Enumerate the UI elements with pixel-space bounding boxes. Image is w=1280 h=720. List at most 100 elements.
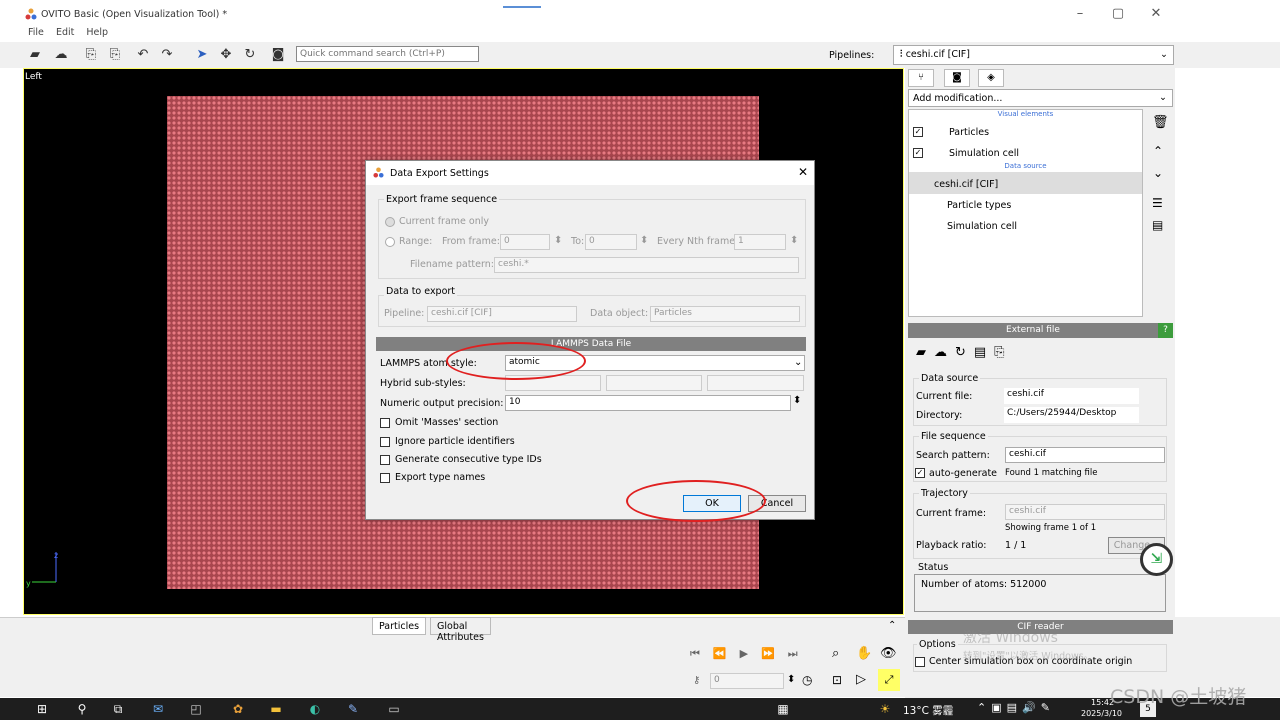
menu-edit[interactable]: Edit: [56, 27, 74, 38]
key-icon[interactable]: ⚷: [693, 675, 700, 686]
spinner-icon[interactable]: ⬍: [793, 395, 801, 406]
menu-file[interactable]: File: [28, 27, 44, 38]
current-frame-dropdown[interactable]: ceshi.cif: [1005, 504, 1165, 520]
floating-action-icon[interactable]: ⇲: [1140, 543, 1173, 576]
pipeline-dropdown[interactable]: ceshi.cif [CIF]: [427, 306, 577, 322]
omit-masses-checkbox[interactable]: [380, 418, 390, 428]
cloud-icon[interactable]: ☁: [52, 46, 70, 64]
hybrid-substyle-3[interactable]: [707, 375, 804, 391]
dialog-title: Data Export Settings: [390, 168, 489, 179]
pipeline-tab-icon[interactable]: ⑂: [908, 69, 934, 87]
to-frame-input[interactable]: 0: [585, 234, 637, 250]
redo-icon[interactable]: ↷: [158, 46, 176, 64]
search-pattern-input[interactable]: ceshi.cif: [1005, 447, 1165, 463]
precision-label: Numeric output precision:: [380, 398, 504, 409]
range-radio[interactable]: [385, 237, 395, 247]
simulation-cell-checkbox[interactable]: ✓: [913, 148, 923, 158]
task-view-icon[interactable]: ⧉: [110, 701, 126, 717]
pipeline-item-particles[interactable]: Particles: [949, 127, 989, 138]
windows-start-icon[interactable]: ⊞: [34, 701, 50, 717]
export-type-names-checkbox[interactable]: [380, 473, 390, 483]
data-export-dialog: Data Export Settings ✕ Export frame sequ…: [365, 160, 815, 520]
add-modification-dropdown[interactable]: Add modification... ⌄: [908, 89, 1173, 107]
frame-spinner-input[interactable]: 0: [710, 673, 784, 689]
hand-icon[interactable]: ✋: [856, 646, 872, 661]
pipeline-item-source[interactable]: ceshi.cif [CIF]: [934, 179, 998, 190]
source-toolbar[interactable]: ▰☁↻▤⎘: [916, 345, 1013, 360]
pan-icon[interactable]: ✥: [217, 46, 235, 64]
pipeline-item-simulation-cell[interactable]: Simulation cell: [949, 148, 1019, 159]
tray-icons[interactable]: ⌃▣▤🔊✎: [977, 701, 1055, 714]
search-icon[interactable]: ⚲: [74, 701, 90, 717]
tab-global-attributes[interactable]: Global Attributes: [430, 617, 491, 643]
particles-checkbox[interactable]: ✓: [913, 127, 923, 137]
close-icon[interactable]: ✕: [798, 165, 808, 179]
chevron-up-icon[interactable]: ⌃: [1153, 144, 1163, 158]
chevron-down-icon: ⌄: [794, 357, 803, 368]
playback-ratio-label: Playback ratio:: [916, 540, 987, 551]
precision-input[interactable]: 10: [505, 395, 791, 411]
pointer-icon[interactable]: ➤: [193, 46, 211, 64]
from-frame-input[interactable]: 0: [500, 234, 550, 250]
help-button[interactable]: ?: [1158, 323, 1173, 338]
terminal-icon[interactable]: ▭: [386, 701, 402, 717]
data-object-dropdown[interactable]: Particles: [650, 306, 800, 322]
spinner-icon[interactable]: ⬍: [790, 235, 798, 246]
clipboard-icon[interactable]: ▤: [1152, 218, 1163, 232]
filename-pattern-label: Filename pattern:: [410, 259, 494, 270]
viewport-label[interactable]: Left: [25, 72, 42, 82]
chevron-down-icon[interactable]: ⌄: [1153, 166, 1163, 180]
undo-icon[interactable]: ↶: [134, 46, 152, 64]
every-nth-input[interactable]: 1: [734, 234, 786, 250]
maximize-button[interactable]: ▢: [1100, 3, 1136, 25]
tab-particles[interactable]: Particles: [372, 617, 427, 635]
camera-icon[interactable]: ◙: [269, 46, 287, 64]
eye-icon[interactable]: 👁: [880, 646, 897, 661]
list-icon[interactable]: ☰: [1152, 196, 1163, 210]
chevron-up-icon[interactable]: ⌃: [888, 620, 896, 631]
spinner-icon[interactable]: ⬍: [640, 235, 648, 246]
mail-icon[interactable]: ✉: [150, 701, 166, 717]
spinner-icon[interactable]: ⬍: [554, 235, 562, 246]
pen-app-icon[interactable]: ✎: [345, 701, 361, 717]
open-folder-icon[interactable]: ▰: [26, 46, 44, 64]
fit-view-icon[interactable]: ⊡: [832, 673, 842, 687]
render-tab-icon[interactable]: ◙: [944, 69, 970, 87]
ignore-ids-label: Ignore particle identifiers: [395, 436, 515, 447]
play-icon[interactable]: ▷: [856, 672, 866, 687]
pipeline-item-simulation-cell-2[interactable]: Simulation cell: [947, 221, 1017, 232]
pipeline-select[interactable]: ⫶ ceshi.cif [CIF] ⌄: [893, 45, 1174, 65]
hybrid-substyle-2[interactable]: [606, 375, 702, 391]
edge-icon[interactable]: ◐: [307, 701, 323, 717]
spinner-icon[interactable]: ⬍: [787, 674, 795, 685]
rotate-icon[interactable]: ↻: [241, 46, 259, 64]
menu-help[interactable]: Help: [86, 27, 108, 38]
grid-app-icon[interactable]: ▦: [775, 701, 791, 717]
animation-controls[interactable]: ⏮⏪▶⏩⏭: [690, 647, 811, 661]
to-label: To:: [571, 236, 585, 247]
file-explorer-icon[interactable]: ▬: [268, 701, 284, 717]
center-box-checkbox[interactable]: [915, 657, 925, 667]
omit-masses-label: Omit 'Masses' section: [395, 417, 499, 428]
auto-generate-checkbox[interactable]: ✓: [915, 468, 925, 478]
filename-pattern-input[interactable]: ceshi.*: [494, 257, 799, 273]
delete-icon[interactable]: 🗑: [1152, 115, 1169, 130]
close-button[interactable]: ✕: [1138, 3, 1174, 25]
export-file-icon[interactable]: ⎘: [106, 46, 124, 64]
zoom-icon[interactable]: ⌕: [832, 646, 839, 661]
minimize-button[interactable]: –: [1062, 3, 1098, 25]
maximize-view-icon[interactable]: ⤢: [878, 669, 900, 691]
data-source-header: Data source: [1004, 162, 1047, 170]
new-file-icon[interactable]: ⎘: [82, 46, 100, 64]
quick-command-search-input[interactable]: [296, 46, 479, 62]
ovito-taskbar-icon[interactable]: ✿: [230, 701, 246, 717]
clock-icon[interactable]: ◷: [802, 673, 812, 687]
axis-z-label: z: [54, 551, 59, 560]
pipeline-item-particle-types[interactable]: Particle types: [947, 200, 1011, 211]
app-icon[interactable]: ◰: [188, 701, 204, 717]
ovito-logo-icon: [25, 8, 37, 20]
consecutive-ids-checkbox[interactable]: [380, 455, 390, 465]
layers-tab-icon[interactable]: ◈: [978, 69, 1004, 87]
ignore-ids-checkbox[interactable]: [380, 437, 390, 447]
current-frame-radio[interactable]: [385, 217, 395, 227]
